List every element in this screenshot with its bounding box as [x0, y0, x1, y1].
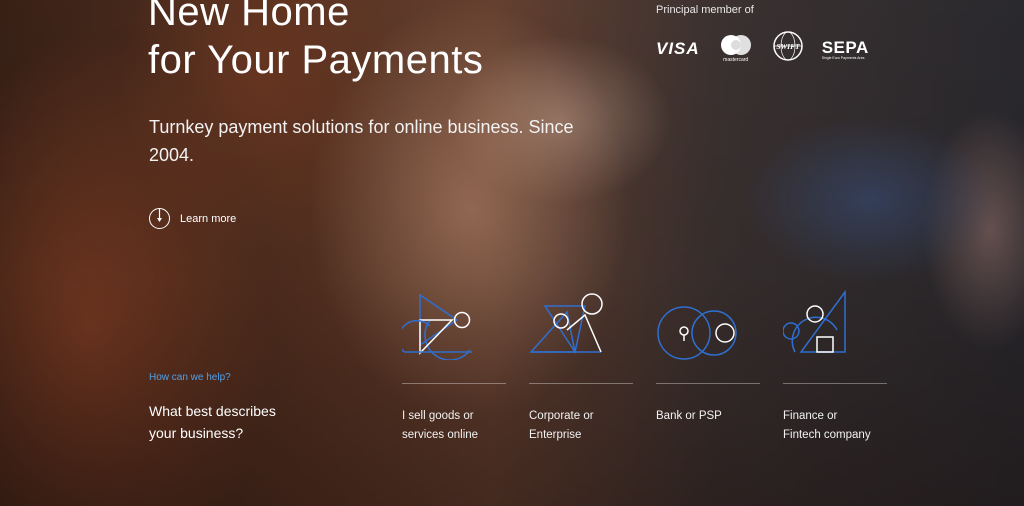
sepa-wordmark: SEPA: [821, 37, 869, 57]
option-label-line-2: Enterprise: [529, 429, 582, 441]
title-line-1: New Home: [148, 0, 350, 34]
option-label-line-1: Corporate or: [529, 410, 594, 422]
option-divider: [529, 383, 633, 384]
option-label: Finance or Fintech company: [783, 407, 893, 445]
option-bank[interactable]: Bank or PSP: [656, 290, 760, 422]
option-divider: [783, 383, 887, 384]
learn-more-link[interactable]: Learn more: [149, 208, 236, 229]
mastercard-logo: mastercard: [718, 34, 754, 63]
swift-wordmark: SWIFT: [776, 42, 800, 51]
option-label-line-2: Fintech company: [783, 429, 871, 441]
option-label-line-1: I sell goods or: [402, 410, 474, 422]
option-label: I sell goods or services online: [402, 407, 512, 445]
learn-more-label: Learn more: [180, 212, 237, 225]
fintech-geometric-icon: [782, 289, 846, 353]
hero-subtitle: Turnkey payment solutions for online bus…: [149, 117, 574, 165]
arrow-down-icon: [149, 208, 170, 229]
option-label-line-1: Bank or PSP: [656, 410, 722, 422]
merchant-geometric-icon: [397, 293, 472, 361]
option-fintech[interactable]: Finance or Fintech company: [782, 289, 887, 441]
mastercard-circles-icon: [720, 35, 751, 55]
option-label: Corporate or Enterprise: [529, 407, 639, 445]
help-question-line-1: What best describes: [149, 403, 276, 419]
option-corporate[interactable]: Corporate or Enterprise: [529, 290, 633, 441]
option-label-line-2: services online: [402, 429, 479, 441]
help-question-line-2: your business?: [149, 425, 244, 441]
visa-logo: VISA: [656, 38, 700, 58]
help-question: What best describes your business?: [149, 400, 349, 444]
bank-geometric-icon: [657, 306, 737, 360]
sepa-logo: SEPA Single Euro Payments Area: [822, 38, 869, 60]
sepa-tagline: Single Euro Payments Area: [821, 55, 865, 60]
option-divider: [656, 383, 760, 384]
corporate-geometric-icon: [529, 293, 603, 354]
option-label-line-1: Finance or: [783, 410, 838, 422]
title-line-2: for Your Payments: [148, 38, 484, 82]
swift-logo: SWIFT: [772, 30, 804, 67]
principal-member-label: Principal member of: [656, 4, 754, 16]
page-title: New Home for Your Payments: [148, 0, 568, 84]
option-merchant[interactable]: I sell goods or services online: [397, 290, 506, 441]
membership-logos: VISA mastercard SWIFT SEPA Single Euro P…: [656, 30, 869, 67]
mastercard-wordmark: mastercard: [723, 57, 749, 63]
help-label: How can we help?: [149, 372, 231, 383]
option-divider: [402, 383, 506, 384]
hero-section: New Home for Your Payments Turnkey payme…: [0, 0, 1024, 506]
option-label: Bank or PSP: [656, 407, 766, 426]
